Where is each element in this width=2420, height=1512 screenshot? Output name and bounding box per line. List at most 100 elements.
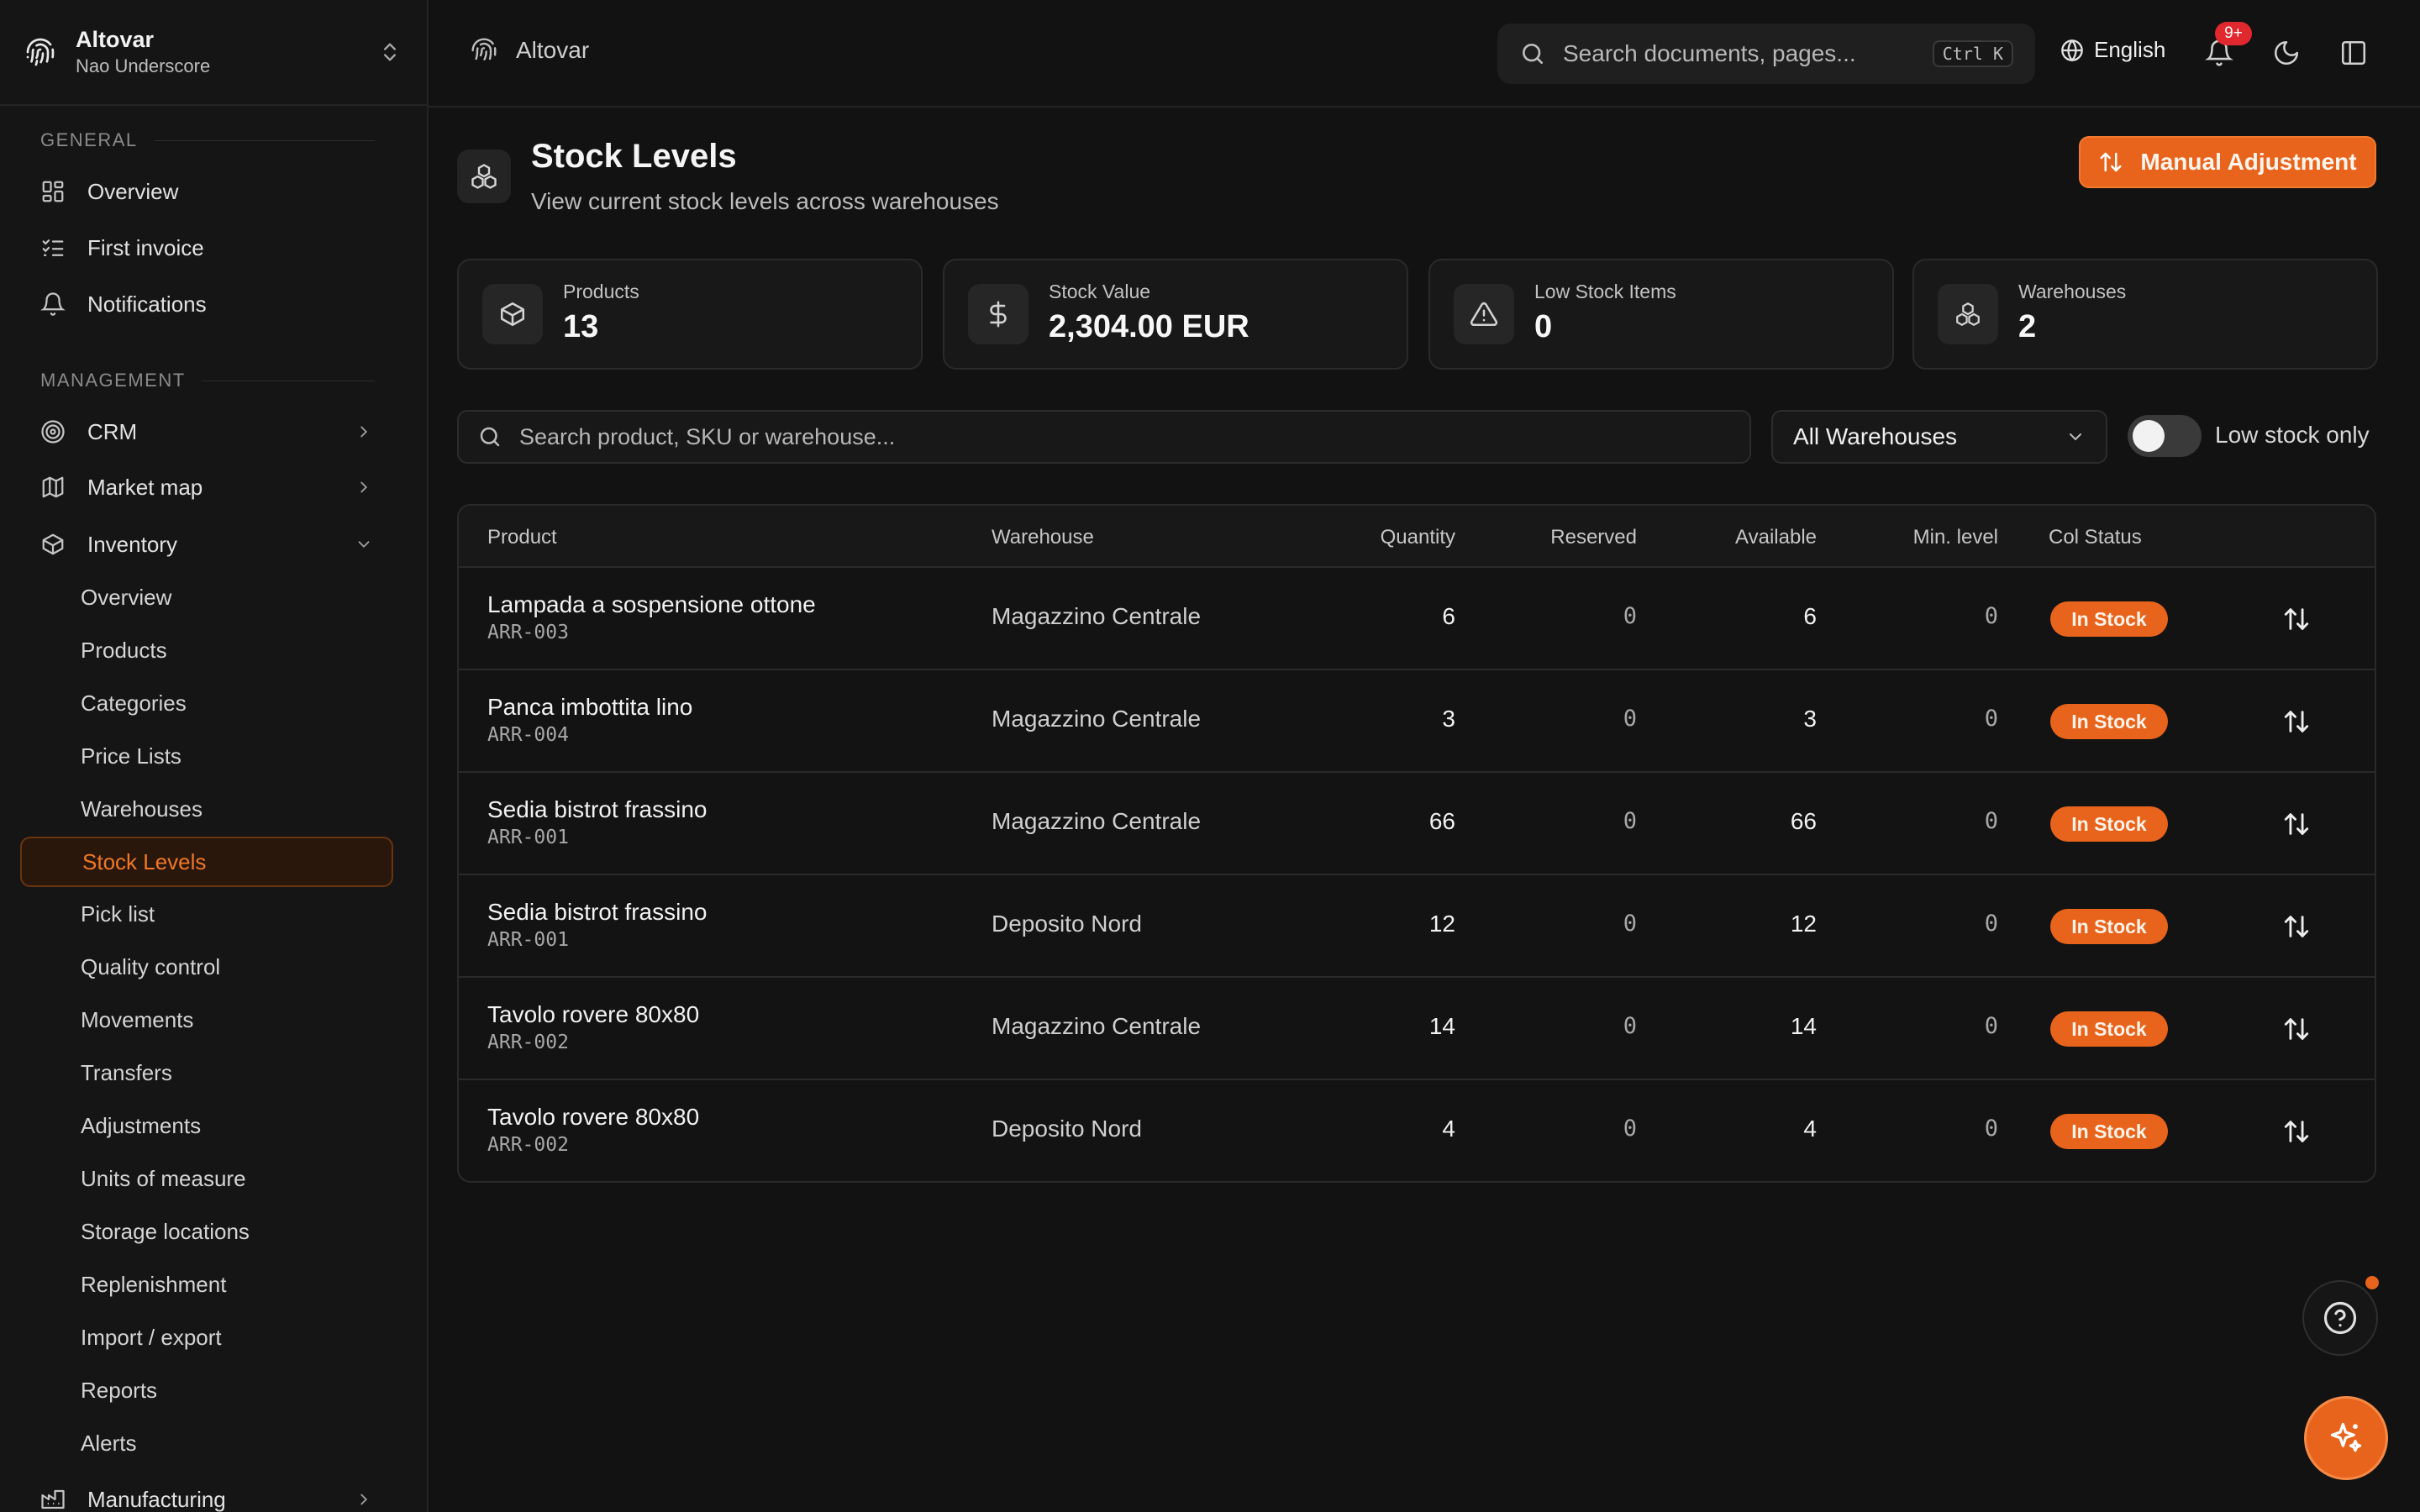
bell-icon	[40, 291, 66, 317]
notification-badge: 9+	[2215, 22, 2252, 45]
sidebar-subitem-adjustments[interactable]: Adjustments	[20, 1101, 393, 1150]
fingerprint-icon	[471, 37, 497, 64]
sidebar-subitem-storage-locations[interactable]: Storage locations	[20, 1207, 393, 1256]
sidebar-item-label: Manufacturing	[87, 1486, 226, 1512]
quantity-cell: 6	[1442, 603, 1455, 629]
sidebar-item-market-map[interactable]: Market map	[20, 463, 393, 512]
stat-label: Products	[563, 281, 639, 302]
sidebar-item-first-invoice[interactable]: First invoice	[20, 223, 393, 272]
product-name: Lampada a sospensione ottone	[487, 591, 816, 617]
warehouse-cell: Deposito Nord	[992, 911, 1142, 937]
col-warehouse[interactable]: Warehouse	[992, 526, 1094, 549]
sidebar-subitem-transfers[interactable]: Transfers	[20, 1048, 393, 1097]
sidebar-item-label: Overview	[87, 178, 179, 204]
table-row[interactable]: Panca imbottita lino ARR-004 Magazzino Cen…	[459, 670, 2375, 773]
product-cell: Tavolo rovere 80x80 ARR-002	[487, 1102, 699, 1158]
globe-icon	[2060, 39, 2084, 62]
product-cell: Panca imbottita lino ARR-004	[487, 692, 692, 748]
sidebar-item-crm[interactable]: CRM	[20, 407, 393, 456]
col-reserved[interactable]: Reserved	[1550, 526, 1637, 549]
ai-assistant-button[interactable]	[2304, 1396, 2388, 1480]
box-icon	[40, 532, 66, 557]
table-header: Product Warehouse Quantity Reserved Avai…	[459, 506, 2375, 568]
theme-toggle-moon-icon[interactable]	[2272, 39, 2301, 67]
col-status[interactable]: Col Status	[2049, 526, 2142, 549]
sidebar-subitem-categories[interactable]: Categories	[20, 679, 393, 727]
stat-label: Stock Value	[1049, 281, 1151, 302]
sidebar-subitem-replenishment[interactable]: Replenishment	[20, 1260, 393, 1309]
sidebar-subitem-import-export[interactable]: Import / export	[20, 1313, 393, 1362]
min-level-cell: 0	[1984, 911, 1998, 937]
sidebar-subitem-stock-levels[interactable]: Stock Levels	[20, 837, 393, 887]
col-quantity[interactable]: Quantity	[1381, 526, 1455, 549]
global-search[interactable]: Search documents, pages... Ctrl K	[1497, 24, 2035, 84]
boxes-icon	[1956, 302, 1980, 326]
factory-icon	[40, 1487, 66, 1512]
col-min-level[interactable]: Min. level	[1913, 526, 1998, 549]
low-stock-toggle[interactable]	[2128, 415, 2202, 457]
org-name: Altovar	[76, 27, 155, 52]
reserved-cell: 0	[1623, 1013, 1637, 1039]
sidebar-item-manufacturing[interactable]: Manufacturing	[20, 1475, 393, 1512]
breadcrumb[interactable]: Altovar	[471, 37, 589, 64]
table-row[interactable]: Tavolo rovere 80x80 ARR-002 Deposito Nord 4…	[459, 1080, 2375, 1181]
sidebar-item-label: First invoice	[87, 234, 204, 260]
adjust-stock-icon[interactable]	[2282, 1015, 2311, 1043]
col-available[interactable]: Available	[1735, 526, 1817, 549]
sidebar-subitem-quality-control[interactable]: Quality control	[20, 942, 393, 991]
sidebar-item-notifications[interactable]: Notifications	[20, 280, 393, 328]
table-row[interactable]: Lampada a sospensione ottone ARR-003 Magaz…	[459, 568, 2375, 670]
sidebar-subitem-reports[interactable]: Reports	[20, 1366, 393, 1415]
sidebar-item-overview[interactable]: Overview	[20, 167, 393, 216]
table-search-input[interactable]: Search product, SKU or warehouse...	[457, 410, 1751, 464]
warehouse-select[interactable]: All Warehouses	[1771, 410, 2107, 464]
product-sku: ARR-003	[487, 622, 569, 643]
table-row[interactable]: Tavolo rovere 80x80 ARR-002 Magazzino Cent…	[459, 978, 2375, 1080]
sidebar-subitem-warehouses[interactable]: Warehouses	[20, 785, 393, 833]
sparkles-icon	[2330, 1422, 2362, 1452]
org-switcher[interactable]: Altovar Nao Underscore	[0, 0, 427, 106]
product-sku: ARR-002	[487, 1032, 569, 1053]
adjust-stock-icon[interactable]	[2282, 810, 2311, 838]
adjust-stock-icon[interactable]	[2282, 912, 2311, 941]
sidebar-subitem-pick-list[interactable]: Pick list	[20, 890, 393, 938]
package-icon	[500, 302, 525, 327]
reserved-cell: 0	[1623, 706, 1637, 732]
boxes-icon	[471, 164, 497, 189]
sidebar-item-inventory[interactable]: Inventory	[20, 520, 393, 569]
table-row[interactable]: Sedia bistrot frassino ARR-001 Magazzino C…	[459, 773, 2375, 875]
sidebar-subitem-overview[interactable]: Overview	[20, 573, 393, 622]
sidebar-subitem-alerts[interactable]: Alerts	[20, 1419, 393, 1467]
sidebar: Altovar Nao Underscore GENERAL Overview …	[0, 0, 429, 1512]
col-product[interactable]: Product	[487, 526, 557, 549]
quantity-cell: 66	[1428, 808, 1455, 834]
map-icon	[40, 475, 66, 500]
help-circle-icon	[2323, 1301, 2357, 1335]
stock-table: Product Warehouse Quantity Reserved Avai…	[457, 504, 2376, 1183]
sidebar-subitem-units-of-measure[interactable]: Units of measure	[20, 1154, 393, 1203]
section-management-label: MANAGEMENT	[40, 370, 375, 391]
sidebar-subitem-products[interactable]: Products	[20, 626, 393, 675]
product-cell: Tavolo rovere 80x80 ARR-002	[487, 1000, 699, 1055]
table-search-placeholder: Search product, SKU or warehouse...	[519, 423, 896, 449]
chevron-down-icon	[2070, 433, 2081, 441]
sidebar-toggle-icon[interactable]	[2339, 39, 2368, 67]
manual-adjustment-button[interactable]: Manual Adjustment	[2079, 136, 2376, 188]
adjust-stock-icon[interactable]	[2282, 1117, 2311, 1146]
help-button[interactable]	[2302, 1280, 2378, 1356]
stat-value: 2,304.00 EUR	[1049, 309, 1249, 344]
warning-icon	[1470, 302, 1498, 327]
adjust-stock-icon[interactable]	[2282, 605, 2311, 633]
language-selector[interactable]: English	[2060, 37, 2165, 63]
table-row[interactable]: Sedia bistrot frassino ARR-001 Deposito No…	[459, 875, 2375, 978]
stat-card-stock-value: Stock Value 2,304.00 EUR	[943, 259, 1408, 370]
low-stock-label: Low stock only	[2215, 422, 2370, 448]
stat-label: Warehouses	[2018, 281, 2127, 302]
available-cell: 4	[1803, 1116, 1817, 1142]
sidebar-subitem-price-lists[interactable]: Price Lists	[20, 732, 393, 780]
sidebar-subitem-movements[interactable]: Movements	[20, 995, 393, 1044]
topbar: Altovar Search documents, pages... Ctrl …	[429, 0, 2420, 108]
adjust-stock-icon[interactable]	[2282, 707, 2311, 736]
product-name: Sedia bistrot frassino	[487, 796, 708, 822]
help-indicator-dot	[2363, 1273, 2381, 1292]
